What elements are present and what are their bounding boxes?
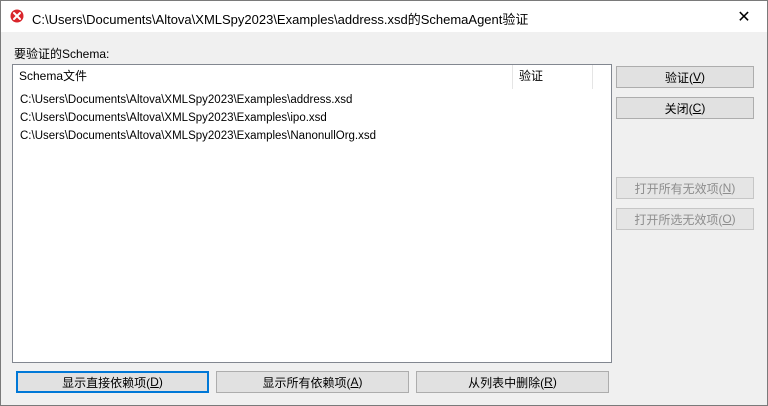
list-item[interactable]: C:\Users\Documents\Altova\XMLSpy2023\Exa… — [20, 91, 352, 109]
window-title: C:\Users\Documents\Altova\XMLSpy2023\Exa… — [32, 12, 529, 27]
close-window-button[interactable]: ✕ — [721, 1, 767, 32]
schema-file-list[interactable]: Schema文件 验证 C:\Users\Documents\Altova\XM… — [12, 64, 612, 363]
schemaagent-validation-dialog: C:\Users\Documents\Altova\XMLSpy2023\Exa… — [0, 0, 768, 406]
column-header-validate[interactable]: 验证 — [513, 65, 593, 89]
open-all-invalid-button[interactable]: 打开所有无效项(N) — [616, 177, 754, 199]
remove-from-list-button[interactable]: 从列表中删除(R) — [416, 371, 609, 393]
xmlspy-app-icon — [10, 9, 24, 23]
open-selected-invalid-button[interactable]: 打开所选无效项(O) — [616, 208, 754, 230]
close-button[interactable]: 关闭(C) — [616, 97, 754, 119]
column-header-schema-file[interactable]: Schema文件 — [13, 65, 513, 89]
close-icon: ✕ — [737, 8, 751, 26]
list-item[interactable]: C:\Users\Documents\Altova\XMLSpy2023\Exa… — [20, 127, 376, 145]
list-header: Schema文件 验证 — [13, 65, 611, 89]
schemas-to-validate-label: 要验证的Schema: — [14, 47, 110, 61]
show-direct-dependencies-button[interactable]: 显示直接依赖项(D) — [16, 371, 209, 393]
title-bar[interactable]: C:\Users\Documents\Altova\XMLSpy2023\Exa… — [1, 1, 767, 32]
list-item[interactable]: C:\Users\Documents\Altova\XMLSpy2023\Exa… — [20, 109, 327, 127]
validate-button[interactable]: 验证(V) — [616, 66, 754, 88]
show-all-dependencies-button[interactable]: 显示所有依赖项(A) — [216, 371, 409, 393]
